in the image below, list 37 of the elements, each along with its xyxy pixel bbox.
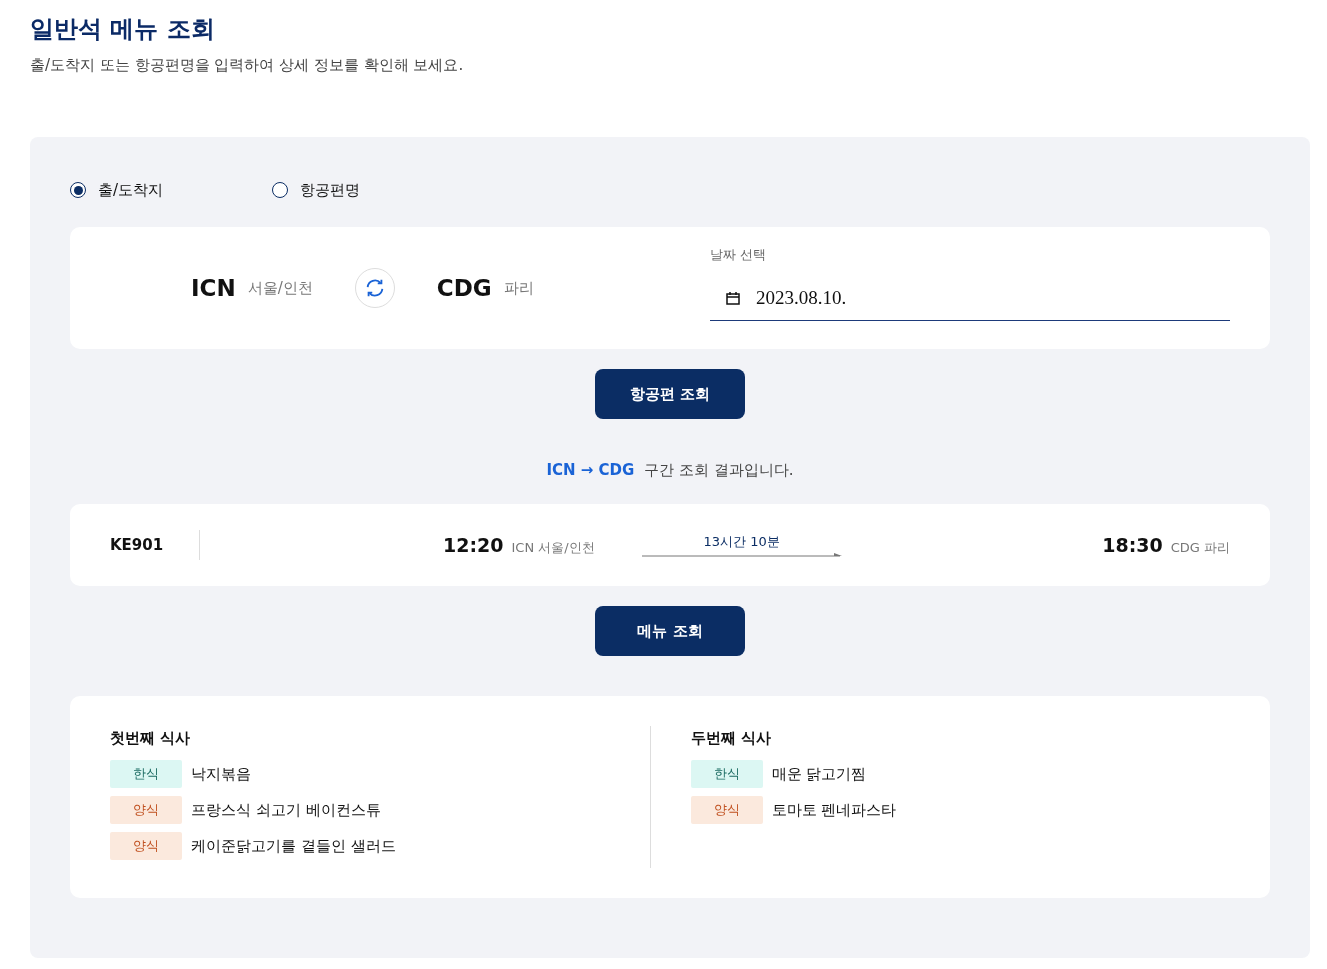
destination-code: CDG	[436, 275, 492, 301]
departure-place: ICN 서울/인천	[511, 538, 595, 557]
meal-name: 낙지볶음	[191, 764, 251, 784]
search-flight-button[interactable]: 항공편 조회	[595, 369, 745, 419]
meal-type-tag: 양식	[110, 796, 182, 824]
date-field[interactable]: 2023.08.10.	[710, 275, 1230, 321]
arrival-place: CDG 파리	[1170, 538, 1230, 557]
meal-type-tag: 한식	[690, 760, 763, 788]
origin-city: 서울/인천	[247, 278, 313, 298]
meal-heading: 첫번째 식사	[110, 729, 192, 748]
page-title: 일반석 메뉴 조회	[30, 14, 216, 45]
flight-number: KE901	[110, 536, 165, 554]
radio-button[interactable]	[272, 182, 288, 198]
page-subtitle: 출/도착지 또는 항공편명을 입력하여 상세 정보를 확인해 보세요.	[30, 56, 465, 75]
calendar-icon	[726, 290, 740, 305]
flight-duration: 13시간 10분	[703, 533, 780, 551]
radio-button[interactable]	[70, 182, 86, 198]
meal-heading: 두번째 식사	[690, 729, 772, 748]
radio-option[interactable]: 항공편명	[272, 180, 474, 200]
result-message: 구간 조회 결과입니다.	[644, 461, 794, 480]
date-label: 날짜 선택	[710, 245, 768, 264]
flight-card[interactable]: KE901 12:20 ICN 서울/인천 13시간 10분 18:30 CDG 파리	[70, 504, 1270, 586]
meal-name: 토마토 펜네파스타	[771, 800, 897, 820]
meal-name: 매운 닭고기찜	[771, 764, 867, 784]
departure-time: 12:20	[443, 533, 504, 556]
swap-button[interactable]	[354, 268, 395, 308]
meal-name: 케이준닭고기를 곁들인 샐러드	[191, 836, 396, 856]
meal-name: 프랑스식 쇠고기 베이컨스튜	[191, 800, 381, 820]
arrow-line-icon	[641, 551, 842, 557]
meal-type-tag: 양식	[690, 796, 763, 824]
menu-search-button[interactable]: 메뉴 조회	[595, 606, 745, 656]
arrival-time: 18:30	[1102, 533, 1163, 556]
origin-code: ICN	[191, 275, 236, 301]
meal-type-tag: 한식	[110, 760, 182, 788]
meal-type-tag: 양식	[110, 832, 182, 860]
destination-city: 파리	[503, 278, 534, 298]
radio-option[interactable]: 출/도착지	[70, 180, 272, 200]
